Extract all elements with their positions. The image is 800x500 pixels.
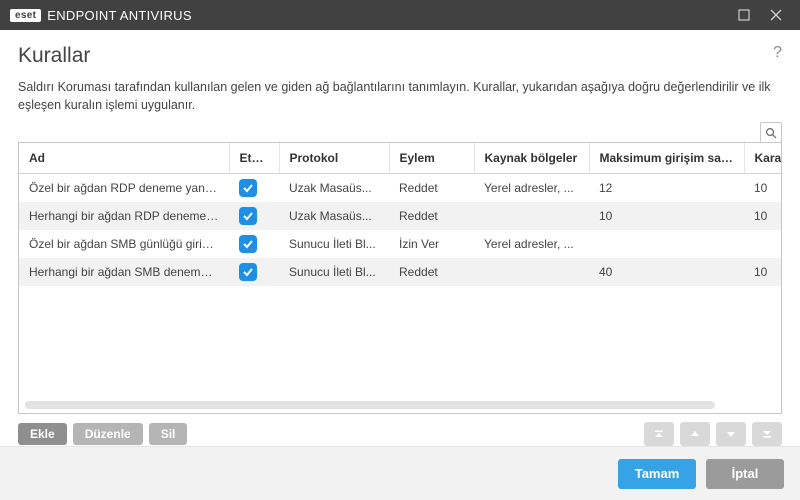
- close-button[interactable]: [760, 0, 792, 30]
- cell-action: Reddet: [389, 202, 474, 230]
- col-header-protocol[interactable]: Protokol: [279, 143, 389, 174]
- cell-source: Yerel adresler, ...: [474, 174, 589, 203]
- brand-text: ENDPOINT ANTIVIRUS: [47, 8, 192, 23]
- col-header-active[interactable]: Etkin: [229, 143, 279, 174]
- add-button[interactable]: Ekle: [18, 423, 67, 445]
- move-top-button[interactable]: [644, 422, 674, 446]
- edit-button[interactable]: Düzenle: [73, 423, 143, 445]
- cell-action: İzin Ver: [389, 230, 474, 258]
- checkbox-checked-icon[interactable]: [239, 179, 257, 197]
- cell-action: Reddet: [389, 258, 474, 286]
- table-row[interactable]: Özel bir ağdan SMB günlüğü girişi... Sunu…: [19, 230, 781, 258]
- cell-black: 10: [744, 202, 781, 230]
- checkbox-checked-icon[interactable]: [239, 263, 257, 281]
- table-row[interactable]: Özel bir ağdan RDP deneme yanıl... Uzak M…: [19, 174, 781, 203]
- delete-button[interactable]: Sil: [149, 423, 188, 445]
- cell-name: Herhangi bir ağdan RDP deneme y...: [19, 202, 229, 230]
- cell-max: [589, 230, 744, 258]
- cell-source: [474, 202, 589, 230]
- move-down-button[interactable]: [716, 422, 746, 446]
- ok-button[interactable]: Tamam: [618, 459, 696, 489]
- table-row[interactable]: Herhangi bir ağdan SMB deneme y... Sunucu…: [19, 258, 781, 286]
- cell-source: [474, 258, 589, 286]
- cell-active[interactable]: [229, 258, 279, 286]
- content-area: Kurallar ? Saldırı Koruması tarafından k…: [0, 30, 800, 446]
- cell-black: [744, 230, 781, 258]
- col-header-black[interactable]: Kara liste sakla: [744, 143, 781, 174]
- col-header-name[interactable]: Ad: [19, 143, 229, 174]
- cell-source: Yerel adresler, ...: [474, 230, 589, 258]
- rules-table: Ad Etkin Protokol Eylem Kaynak bölgeler …: [18, 142, 782, 414]
- cell-black: 10: [744, 258, 781, 286]
- cell-protocol: Sunucu İleti Bl...: [279, 258, 389, 286]
- cell-protocol: Sunucu İleti Bl...: [279, 230, 389, 258]
- checkbox-checked-icon[interactable]: [239, 235, 257, 253]
- cell-active[interactable]: [229, 174, 279, 203]
- cell-max: 40: [589, 258, 744, 286]
- col-header-action[interactable]: Eylem: [389, 143, 474, 174]
- titlebar: eset ENDPOINT ANTIVIRUS: [0, 0, 800, 30]
- cell-protocol: Uzak Masaüs...: [279, 174, 389, 203]
- cell-black: 10: [744, 174, 781, 203]
- cell-max: 12: [589, 174, 744, 203]
- table-toolbar: Ekle Düzenle Sil: [18, 422, 782, 446]
- brand-tag: eset: [10, 9, 41, 22]
- cell-name: Herhangi bir ağdan SMB deneme y...: [19, 258, 229, 286]
- cell-active[interactable]: [229, 230, 279, 258]
- page-title: Kurallar: [18, 44, 782, 68]
- table-row[interactable]: Herhangi bir ağdan RDP deneme y... Uzak M…: [19, 202, 781, 230]
- cell-active[interactable]: [229, 202, 279, 230]
- search-icon[interactable]: [760, 122, 782, 142]
- move-up-button[interactable]: [680, 422, 710, 446]
- col-header-source[interactable]: Kaynak bölgeler: [474, 143, 589, 174]
- help-icon[interactable]: ?: [773, 44, 782, 62]
- cell-action: Reddet: [389, 174, 474, 203]
- move-bottom-button[interactable]: [752, 422, 782, 446]
- cell-max: 10: [589, 202, 744, 230]
- dialog-footer: Tamam İptal: [0, 446, 800, 500]
- checkbox-checked-icon[interactable]: [239, 207, 257, 225]
- page-description: Saldırı Koruması tarafından kullanılan g…: [18, 78, 782, 114]
- cell-protocol: Uzak Masaüs...: [279, 202, 389, 230]
- col-header-max[interactable]: Maksimum girişim sayısı: [589, 143, 744, 174]
- minimize-button[interactable]: [728, 0, 760, 30]
- cancel-button[interactable]: İptal: [706, 459, 784, 489]
- brand: eset ENDPOINT ANTIVIRUS: [10, 8, 192, 23]
- horizontal-scrollbar[interactable]: [25, 401, 775, 409]
- cell-name: Özel bir ağdan RDP deneme yanıl...: [19, 174, 229, 203]
- cell-name: Özel bir ağdan SMB günlüğü girişi...: [19, 230, 229, 258]
